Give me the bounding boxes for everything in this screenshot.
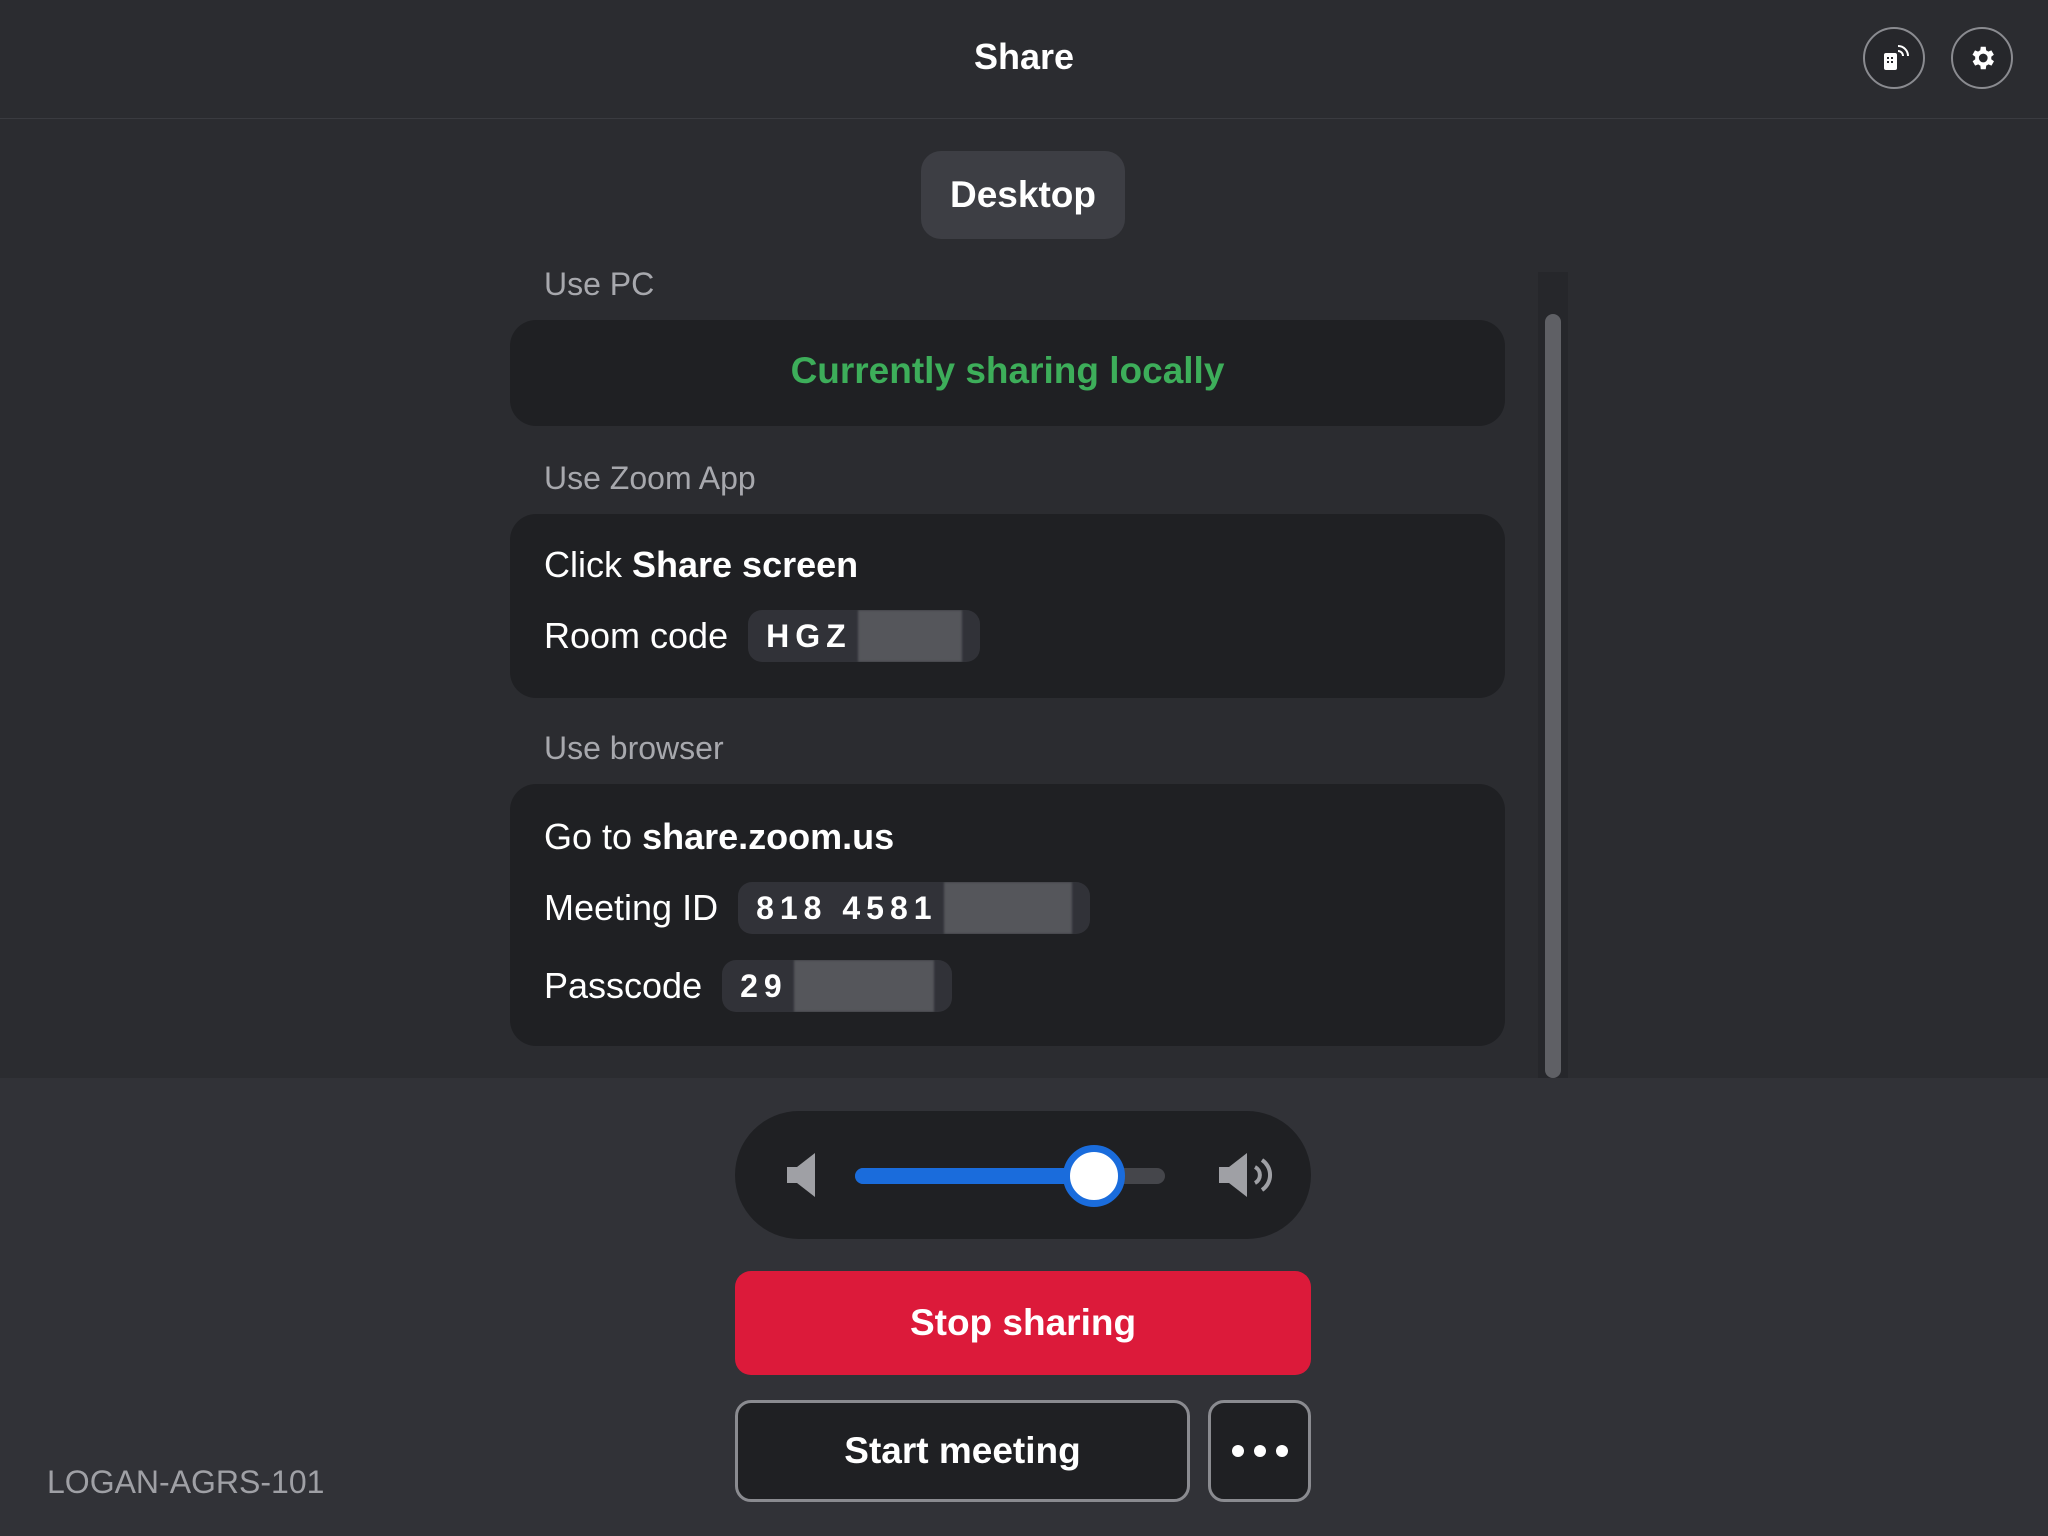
- settings-gear-icon: [1972, 46, 1994, 70]
- meeting-id-text: 818 4581: [756, 889, 938, 926]
- zoom-app-instruction: Click Share screen: [544, 544, 858, 586]
- page-title: Share: [973, 36, 1075, 77]
- passcode-row: Passcode 29: [544, 960, 952, 1012]
- volume-slider-thumb[interactable]: [1062, 1145, 1125, 1207]
- controls-panel: Stop sharing Start meeting LOGAN-AGRS-10…: [0, 1078, 2048, 1536]
- instruction-bold: Share screen: [632, 544, 859, 585]
- volume-mute-icon[interactable]: [785, 1149, 819, 1201]
- instruction-prefix: Click: [544, 544, 632, 585]
- share-options-scroll: Use PC Currently sharing locally Use Zoo…: [0, 240, 2048, 1078]
- scrollbar-thumb[interactable]: [1545, 314, 1561, 1078]
- volume-slider-fill: [855, 1168, 1094, 1184]
- cast-device-icon: [1884, 45, 1909, 70]
- meeting-id-row: Meeting ID 818 4581: [544, 882, 1090, 934]
- device-name: LOGAN-AGRS-101: [47, 1464, 325, 1500]
- meeting-id-value[interactable]: 818 4581: [738, 882, 1090, 934]
- redacted-block: [943, 882, 1072, 934]
- instruction-prefix: Go to: [544, 816, 643, 857]
- mode-desktop-tab[interactable]: Desktop: [921, 151, 1125, 239]
- cast-device-button[interactable]: [1863, 27, 1925, 89]
- pc-card: Currently sharing locally: [510, 320, 1505, 426]
- meeting-id-label: Meeting ID: [544, 887, 719, 928]
- volume-up-icon[interactable]: [1217, 1149, 1277, 1201]
- more-horizontal-icon: [1227, 1445, 1293, 1457]
- header: Share: [0, 0, 2048, 119]
- room-code-row: Room code HGZ: [544, 610, 980, 662]
- passcode-label: Passcode: [544, 965, 703, 1006]
- redacted-block: [857, 610, 962, 662]
- more-options-button[interactable]: [1208, 1400, 1311, 1502]
- share-screen-app: Share Desktop Use PC Currently sharing l…: [0, 0, 2048, 1536]
- room-code-label: Room code: [544, 615, 729, 656]
- zoom-app-card: Click Share screen Room code HGZ: [510, 514, 1505, 698]
- section-label-browser: Use browser: [544, 730, 724, 766]
- stop-sharing-button[interactable]: Stop sharing: [735, 1271, 1311, 1375]
- start-meeting-button[interactable]: Start meeting: [735, 1400, 1190, 1502]
- sharing-status-text: Currently sharing locally: [790, 350, 1225, 391]
- section-label-zoom-app: Use Zoom App: [544, 460, 756, 496]
- volume-slider[interactable]: [855, 1145, 1165, 1207]
- instruction-bold: share.zoom.us: [642, 816, 895, 857]
- redacted-block: [793, 960, 934, 1012]
- section-label-pc: Use PC: [544, 266, 655, 302]
- passcode-value[interactable]: 29: [722, 960, 952, 1012]
- volume-control: [735, 1111, 1311, 1239]
- room-code-text: HGZ: [766, 617, 852, 654]
- browser-instruction: Go to share.zoom.us: [544, 816, 894, 858]
- browser-card: Go to share.zoom.us Meeting ID 818 4581 …: [510, 784, 1505, 1046]
- passcode-text: 29: [740, 967, 788, 1004]
- room-code-value[interactable]: HGZ: [748, 610, 980, 662]
- settings-button[interactable]: [1951, 27, 2013, 89]
